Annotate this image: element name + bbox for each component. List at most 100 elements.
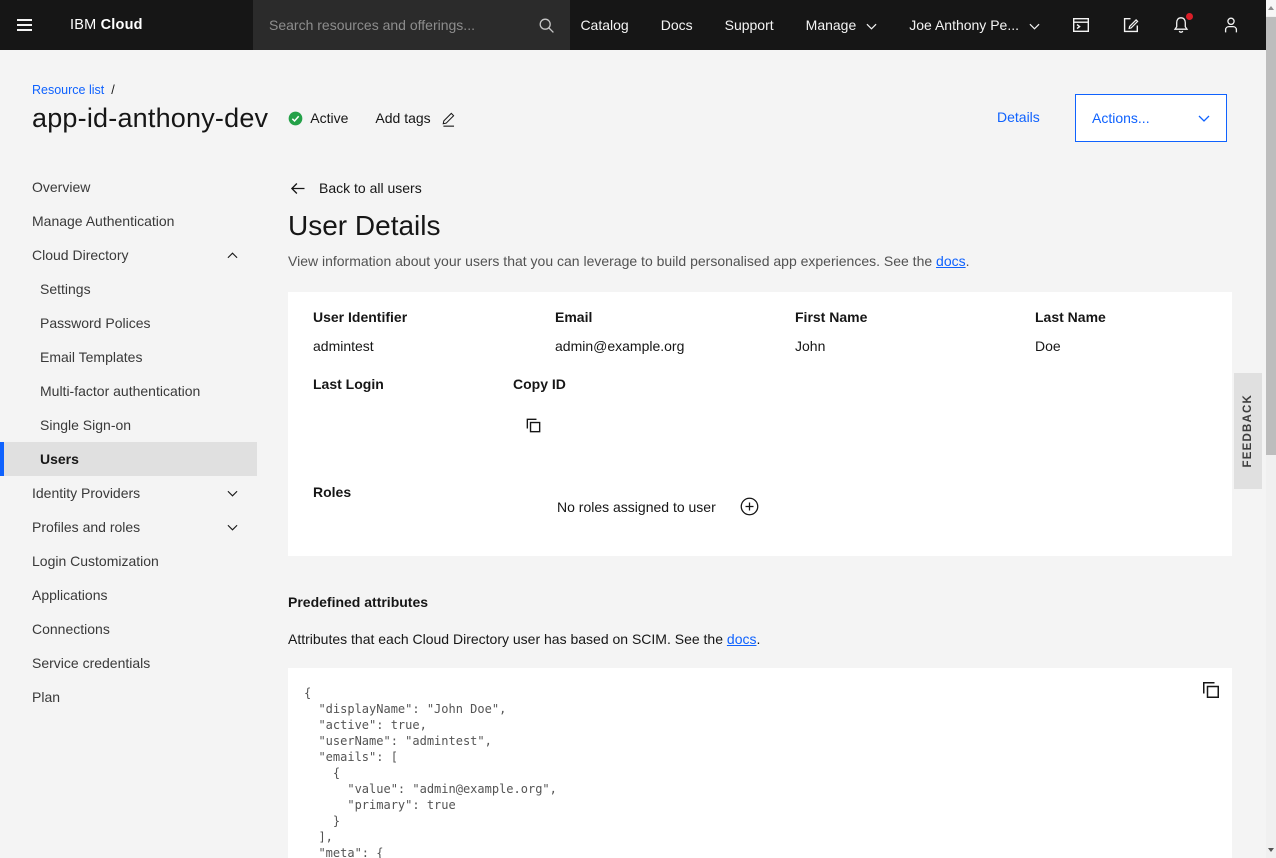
sidebar-item-label: Cloud Directory <box>32 247 128 263</box>
copy-code-button[interactable] <box>1201 680 1221 705</box>
sidebar-item-label: Plan <box>32 689 60 705</box>
field-label: Email <box>555 309 785 325</box>
description-period: . <box>756 631 760 647</box>
sidebar-item-label: Manage Authentication <box>32 213 174 229</box>
status-label: Active <box>310 110 348 126</box>
sidebar-item-login-customization[interactable]: Login Customization <box>0 544 257 578</box>
field-value: John <box>795 338 1025 354</box>
scim-json-code: { "displayName": "John Doe", "active": t… <box>288 668 1232 858</box>
details-link[interactable]: Details <box>997 109 1040 125</box>
brand-ibm: IBM <box>70 17 96 33</box>
add-tags-label: Add tags <box>375 110 430 126</box>
back-to-all-users-link[interactable]: Back to all users <box>290 180 422 196</box>
field-label: User Identifier <box>313 309 543 325</box>
nav-manage-label: Manage <box>806 17 857 33</box>
top-header-bar: IBM Cloud Catalog Docs Support Manage Jo… <box>0 0 1266 50</box>
sidebar-item-label: Profiles and roles <box>32 519 140 535</box>
breadcrumb-resource-list-link[interactable]: Resource list <box>32 83 104 97</box>
description-text: Attributes that each Cloud Directory use… <box>288 631 727 647</box>
sidebar-item-service-credentials[interactable]: Service credentials <box>0 646 257 680</box>
chevron-down-icon <box>227 490 238 497</box>
sidebar-item-password-polices[interactable]: Password Polices <box>0 306 257 340</box>
sidebar-item-manage-authentication[interactable]: Manage Authentication <box>0 204 257 238</box>
search-input[interactable] <box>253 0 522 50</box>
field-user-identifier: User Identifier admintest <box>313 309 543 354</box>
sidebar-item-identity-providers[interactable]: Identity Providers <box>0 476 257 510</box>
sidebar-item-label: Users <box>40 451 79 467</box>
roles-empty-text: No roles assigned to user <box>557 499 716 515</box>
check-circle-icon <box>288 111 303 126</box>
header-search <box>253 0 570 50</box>
scim-attributes-code-block: { "displayName": "John Doe", "active": t… <box>288 668 1232 858</box>
arrow-left-icon <box>290 182 306 195</box>
add-tags-button[interactable]: Add tags <box>375 110 456 127</box>
sidebar-item-label: Connections <box>32 621 110 637</box>
main-content: Back to all users User Details View info… <box>288 170 1232 858</box>
field-label: First Name <box>795 309 1025 325</box>
edit-pencil-icon <box>440 110 457 127</box>
user-avatar-icon[interactable] <box>1206 0 1256 50</box>
page-scrollbar[interactable] <box>1266 0 1276 858</box>
field-first-name: First Name John <box>795 309 1025 354</box>
sidebar-item-single-sign-on[interactable]: Single Sign-on <box>0 408 257 442</box>
hamburger-menu-icon[interactable] <box>0 0 48 50</box>
sidebar-item-profiles-and-roles[interactable]: Profiles and roles <box>0 510 257 544</box>
field-email: Email admin@example.org <box>555 309 785 354</box>
docs-link[interactable]: docs <box>727 631 757 647</box>
sidebar-item-label: Settings <box>40 281 91 297</box>
sidebar-item-settings[interactable]: Settings <box>0 272 257 306</box>
actions-label: Actions... <box>1092 110 1150 126</box>
sidebar-item-label: Login Customization <box>32 553 159 569</box>
sidebar-item-users[interactable]: Users <box>0 442 257 476</box>
sidebar-item-applications[interactable]: Applications <box>0 578 257 612</box>
scrollbar-up-arrow[interactable] <box>1266 0 1276 16</box>
copy-id-label: Copy ID <box>513 376 566 392</box>
compose-edit-icon[interactable] <box>1106 0 1156 50</box>
sidebar-item-label: Applications <box>32 587 108 603</box>
last-login-label: Last Login <box>313 376 384 392</box>
scrollbar-down-arrow[interactable] <box>1266 842 1276 858</box>
sidebar-item-email-templates[interactable]: Email Templates <box>0 340 257 374</box>
sidebar-item-connections[interactable]: Connections <box>0 612 257 646</box>
notifications-bell-icon[interactable] <box>1156 0 1206 50</box>
actions-dropdown-button[interactable]: Actions... <box>1075 94 1227 142</box>
sidebar-item-plan[interactable]: Plan <box>0 680 257 714</box>
copy-icon <box>1201 680 1221 700</box>
scrollbar-thumb[interactable] <box>1266 17 1276 455</box>
nav-support[interactable]: Support <box>709 0 790 50</box>
sidebar-item-overview[interactable]: Overview <box>0 170 257 204</box>
sidebar-item-label: Service credentials <box>32 655 150 671</box>
nav-manage-dropdown[interactable]: Manage <box>790 0 894 50</box>
account-dropdown[interactable]: Joe Anthony Pe... <box>893 0 1056 50</box>
description-text: View information about your users that y… <box>288 253 936 269</box>
chevron-down-icon <box>1029 23 1040 30</box>
chevron-down-icon <box>1198 115 1210 122</box>
predefined-attributes-title: Predefined attributes <box>288 594 428 610</box>
ibm-cloud-logo[interactable]: IBM Cloud <box>70 17 143 33</box>
search-icon[interactable] <box>522 0 570 50</box>
account-name-label: Joe Anthony Pe... <box>909 17 1019 33</box>
copy-icon <box>525 417 542 434</box>
nav-catalog[interactable]: Catalog <box>564 0 644 50</box>
field-value: Doe <box>1035 338 1265 354</box>
add-role-button[interactable] <box>740 497 759 521</box>
sidebar-item-multi-factor-authentication[interactable]: Multi-factor authentication <box>0 374 257 408</box>
feedback-label: FEEDBACK <box>1242 394 1254 468</box>
docs-link[interactable]: docs <box>936 253 966 269</box>
nav-docs[interactable]: Docs <box>645 0 709 50</box>
brand-cloud: Cloud <box>101 17 143 33</box>
sidebar-item-cloud-directory[interactable]: Cloud Directory <box>0 238 257 272</box>
field-value: admin@example.org <box>555 338 785 354</box>
field-last-name: Last Name Doe <box>1035 309 1265 354</box>
sidebar-item-label: Identity Providers <box>32 485 140 501</box>
sidebar-item-label: Overview <box>32 179 90 195</box>
back-link-label: Back to all users <box>319 180 422 196</box>
sidebar-item-label: Password Polices <box>40 315 151 331</box>
feedback-tab[interactable]: FEEDBACK <box>1234 373 1262 489</box>
status-badge: Active <box>288 110 348 126</box>
cloud-shell-icon[interactable] <box>1056 0 1106 50</box>
page-title-row: app-id-anthony-dev Active Add tags <box>32 99 457 137</box>
copy-id-button[interactable] <box>525 417 542 439</box>
user-details-description: View information about your users that y… <box>288 253 970 269</box>
sidebar-item-label: Single Sign-on <box>40 417 131 433</box>
